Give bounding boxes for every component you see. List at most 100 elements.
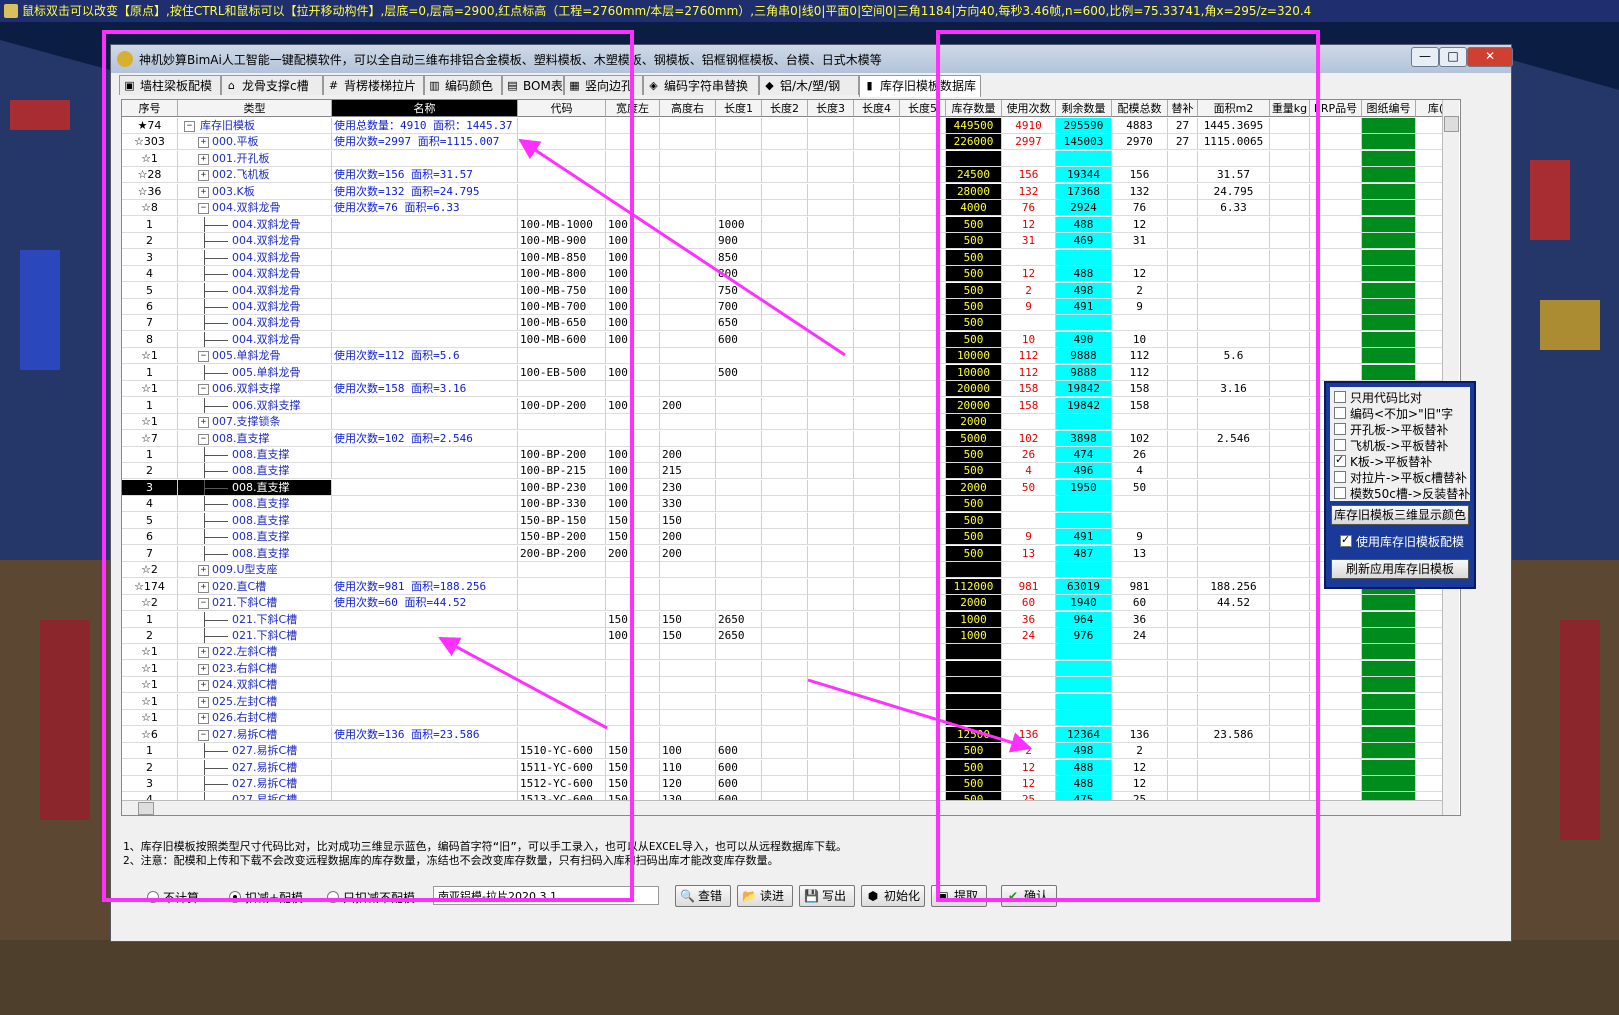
table-row[interactable]: ☆1 +022.左斜C槽 — [122, 644, 1456, 661]
option-checkbox-3[interactable]: 开孔板->平板替补 — [1334, 421, 1448, 438]
option-checkbox-4[interactable]: 飞机板->平板替补 — [1334, 437, 1448, 454]
scroll-thumb[interactable] — [1444, 116, 1459, 132]
table-row[interactable]: ☆1−005.单斜龙骨 使用次数=112 面积=5.6 10000 112 9888 11… — [122, 348, 1456, 365]
tab-5[interactable]: ▤ BOM表 — [502, 75, 564, 95]
tab-4[interactable]: ▥ 编码颜色 — [424, 75, 502, 95]
table-row[interactable]: 3 027.易拆C槽 1512-YC-600 150 120 600 500 12 488 12 — [122, 776, 1456, 792]
expand-icon[interactable]: + — [198, 647, 209, 659]
table-row[interactable]: 1 004.双斜龙骨 100-MB-1000 100 1000 500 12 488 12 — [122, 216, 1456, 233]
table-row[interactable]: ★74− 库存旧模板 使用总数量：4910 面积：1445.37 449500 4910… — [122, 118, 1456, 134]
collapse-icon[interactable]: − — [198, 598, 209, 610]
column-header[interactable]: 库存数量 — [946, 100, 1002, 117]
table-row[interactable]: 2 027.易拆C槽 1511-YC-600 150 110 600 500 12 488 12 — [122, 759, 1456, 776]
scroll-thumb[interactable] — [138, 802, 154, 815]
column-header[interactable]: 名称 — [332, 100, 518, 117]
tab-7[interactable]: ◈ 编码字符串替换 — [643, 75, 759, 95]
column-header[interactable]: 长度1 — [716, 100, 762, 117]
table-row[interactable]: 7 004.双斜龙骨 100-MB-650 100 650 500 — [122, 315, 1456, 332]
collapse-icon[interactable]: − — [198, 203, 209, 215]
column-header[interactable]: 长度5 — [900, 100, 946, 117]
table-row[interactable]: 4 004.双斜龙骨 100-MB-800 100 800 500 12 488 12 — [122, 266, 1456, 283]
table-row[interactable]: ☆7−008.直支撑 使用次数=102 面积=2.546 5000 102 3898 10… — [122, 430, 1456, 447]
tab-3[interactable]: # 背楞楼梯拉片 — [323, 75, 424, 95]
collapse-icon[interactable]: − — [198, 433, 209, 445]
table-row[interactable]: ☆174 +020.直C槽 使用次数=981 面积=188.256 112000 981… — [122, 578, 1456, 595]
column-header[interactable]: ERP品号 — [1310, 100, 1362, 117]
table-row[interactable]: 1 008.直支撑 100-BP-200 100 200 500 26 474 26 — [122, 447, 1456, 463]
table-row[interactable]: ☆1 +024.双斜C槽 — [122, 677, 1456, 694]
option-checkbox-7[interactable]: 模数50c槽->反装替补 — [1334, 485, 1470, 502]
expand-icon[interactable]: + — [198, 137, 209, 149]
extract-button[interactable]: ▣ 提取 — [931, 885, 987, 907]
close-button[interactable]: ✕ — [1467, 47, 1513, 67]
column-header[interactable]: 长度4 — [854, 100, 900, 117]
collapse-icon[interactable]: − — [198, 384, 209, 396]
column-header[interactable]: 类型 — [178, 100, 332, 117]
tab-8[interactable]: ◆ 铝/木/塑/钢 — [759, 75, 859, 95]
table-row[interactable]: ☆28 +002.飞机板 使用次数=156 面积=31.57 24500 156 1934… — [122, 167, 1456, 184]
table-row[interactable]: 3 008.直支撑 100-BP-230 100 230 2000 50 1950 50 — [122, 479, 1456, 496]
option-checkbox-2[interactable]: 编码<不加>"旧"字 — [1334, 405, 1453, 422]
expand-icon[interactable]: + — [198, 170, 209, 182]
expand-icon[interactable]: + — [198, 663, 209, 675]
column-header[interactable]: 序号 — [122, 100, 178, 117]
table-row[interactable]: ☆6−027.易拆C槽 使用次数=136 面积=23.586 12500 136 123… — [122, 726, 1456, 743]
tab-1[interactable]: ▣ 墙柱梁板配模 — [119, 75, 221, 95]
table-row[interactable]: 6 008.直支撑 150-BP-200 150 200 500 9 491 9 — [122, 529, 1456, 546]
table-row[interactable]: ☆2 +009.U型支座 — [122, 562, 1456, 579]
radio-no-calc[interactable]: 不计算 — [147, 889, 199, 906]
expand-icon[interactable]: + — [198, 153, 209, 165]
column-header[interactable]: 面积m2 — [1198, 100, 1270, 117]
table-row[interactable]: ☆1 +023.右斜C槽 — [122, 660, 1456, 677]
table-row[interactable]: 1 005.单斜龙骨 100-EB-500 100 500 10000 112 9888 112 — [122, 364, 1456, 381]
table-row[interactable]: ☆8−004.双斜龙骨 使用次数=76 面积=6.33 4000 76 2924 76 6.… — [122, 200, 1456, 217]
collapse-icon[interactable]: − — [198, 351, 209, 363]
collapse-icon[interactable]: − — [198, 729, 209, 741]
table-row[interactable]: ☆1 +007.支撑锁条 2000 — [122, 414, 1456, 431]
table-row[interactable]: ☆1 +025.左封C槽 — [122, 693, 1456, 710]
column-header[interactable]: 重量kg — [1270, 100, 1310, 117]
option-checkbox-1[interactable]: 只用代码比对 — [1334, 389, 1422, 406]
color-3d-button[interactable]: 库存旧模板三维显示颜色 — [1331, 505, 1469, 525]
check-error-button[interactable]: 🔍 查错 — [675, 885, 731, 907]
column-header[interactable]: 长度2 — [762, 100, 808, 117]
table-row[interactable]: 2 008.直支撑 100-BP-215 100 215 500 4 496 4 — [122, 463, 1456, 480]
table-row[interactable]: ☆303 +000.平板 使用次数=2997 面积=1115.007 226000 29… — [122, 134, 1456, 151]
confirm-button[interactable]: ✔ 确认 — [1001, 885, 1057, 907]
use-stock-checkbox[interactable]: 使用库存旧模板配模 — [1340, 533, 1464, 550]
column-header[interactable]: 图纸编号 — [1362, 100, 1416, 117]
table-row[interactable]: 8 004.双斜龙骨 100-MB-600 100 600 500 10 490 10 — [122, 331, 1456, 348]
project-name-field[interactable]: 南亚铝模-拉片2020.3.1 — [433, 886, 659, 905]
table-row[interactable]: 7 008.直支撑 200-BP-200 200 200 500 13 487 13 — [122, 545, 1456, 562]
title-bar[interactable]: 神机妙算BimAi人工智能一键配模软件，可以全自动三维布排铝合金模板、塑料模板、… — [111, 45, 1513, 73]
tab-6[interactable]: ▦ 竖向边孔 — [564, 75, 643, 95]
table-row[interactable]: ☆36 +003.K板 使用次数=132 面积=24.795 28000 132 1736… — [122, 183, 1456, 200]
initialize-button[interactable]: ⬢ 初始化 — [861, 885, 925, 907]
table-row[interactable]: 1 006.双斜支撑 100-DP-200 100 200 20000 158 19842 15… — [122, 397, 1456, 414]
maximize-button[interactable]: □ — [1439, 47, 1467, 67]
radio-deduct-and-match[interactable]: 扣减+配模 — [229, 889, 303, 906]
expand-icon[interactable]: + — [198, 186, 209, 198]
expand-icon[interactable]: + — [198, 680, 209, 692]
table-row[interactable]: 3 004.双斜龙骨 100-MB-850 100 850 500 — [122, 249, 1456, 266]
table-row[interactable]: 5 004.双斜龙骨 100-MB-750 100 750 500 2 498 2 — [122, 282, 1456, 299]
expand-icon[interactable]: + — [198, 565, 209, 577]
table-row[interactable]: ☆1 +026.右封C槽 — [122, 710, 1456, 727]
table-row[interactable]: 2 004.双斜龙骨 100-MB-900 100 900 500 31 469 31 — [122, 233, 1456, 250]
collapse-icon[interactable]: − — [184, 121, 195, 132]
write-out-button[interactable]: 💾 写出 — [799, 885, 855, 907]
radio-deduct-only[interactable]: 只扣减不配模 — [327, 889, 415, 906]
column-header[interactable]: 配模总数 — [1112, 100, 1168, 117]
minimize-button[interactable]: — — [1411, 47, 1439, 67]
expand-icon[interactable]: + — [198, 417, 209, 429]
table-row[interactable]: 1 027.易拆C槽 1510-YC-600 150 100 600 500 2 498 2 — [122, 743, 1456, 760]
column-header[interactable]: 宽度左 — [606, 100, 660, 117]
table-row[interactable]: 2 021.下斜C槽 100 150 2650 1000 24 976 24 — [122, 627, 1456, 644]
column-header[interactable]: 替补 — [1168, 100, 1198, 117]
column-header[interactable]: 长度3 — [808, 100, 854, 117]
tab-9[interactable]: ▮ 库存旧模板数据库 — [859, 75, 981, 97]
read-in-button[interactable]: 📂 读进 — [737, 885, 793, 907]
option-checkbox-6[interactable]: 对拉片->平板c槽替补 — [1334, 469, 1467, 486]
table-row[interactable]: ☆2−021.下斜C槽 使用次数=60 面积=44.52 2000 60 1940 60 4… — [122, 595, 1456, 612]
refresh-stock-button[interactable]: 刷新应用库存旧模板 — [1331, 559, 1469, 579]
